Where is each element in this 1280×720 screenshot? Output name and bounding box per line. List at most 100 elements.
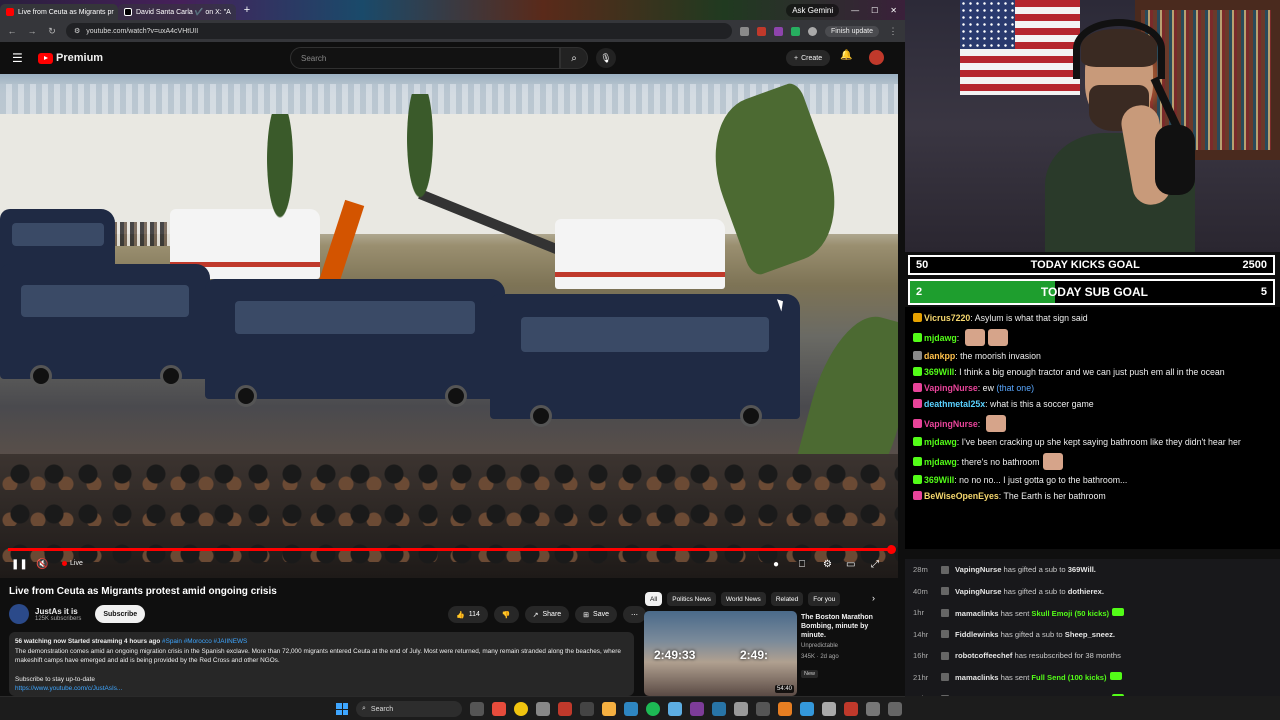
menu-icon[interactable]: ☰ xyxy=(12,51,24,65)
chat-username[interactable]: VapingNurse xyxy=(924,419,978,429)
extension-icon[interactable] xyxy=(739,26,749,36)
site-info-icon[interactable]: ⚙ xyxy=(74,27,80,35)
windows-start-icon[interactable] xyxy=(336,703,348,715)
create-button[interactable]: + Create xyxy=(786,50,831,66)
close-tab-icon[interactable]: ✕ xyxy=(235,8,236,17)
youtube-logo[interactable]: Premium xyxy=(38,52,103,64)
taskbar-search[interactable]: ⌕ Search xyxy=(356,701,462,717)
pause-icon[interactable]: ❚❚ xyxy=(11,559,28,570)
subscribe-button[interactable]: Subscribe xyxy=(95,605,146,623)
chat-username[interactable]: mjdawg xyxy=(924,457,957,467)
app-icon[interactable] xyxy=(558,702,572,716)
event-user[interactable]: VapingNurse xyxy=(955,587,1001,596)
app-icon[interactable] xyxy=(624,702,638,716)
event-user[interactable]: Fiddlewinks xyxy=(955,630,998,639)
recommended-thumbnail[interactable]: 2:49:33 2:49: 54:40 xyxy=(644,611,797,696)
app-icon[interactable] xyxy=(734,702,748,716)
app-icon[interactable] xyxy=(668,702,682,716)
captions-icon[interactable]: ⎕ xyxy=(799,559,805,570)
app-icon[interactable] xyxy=(778,702,792,716)
channel-name[interactable]: JustAs it is xyxy=(35,607,81,616)
app-icon[interactable] xyxy=(536,702,550,716)
event-user[interactable]: mamaclinks xyxy=(955,609,998,618)
extension-icon[interactable] xyxy=(773,26,783,36)
spotify-icon[interactable] xyxy=(646,702,660,716)
more-actions-button[interactable]: ⋯ xyxy=(623,606,647,623)
chat-username[interactable]: 369Will xyxy=(924,367,954,377)
chat-username[interactable]: 369Will xyxy=(924,475,954,485)
channel-avatar[interactable] xyxy=(9,604,29,624)
new-tab-button[interactable]: + xyxy=(240,3,254,17)
app-icon[interactable] xyxy=(756,702,770,716)
dislike-button[interactable]: 👎 xyxy=(493,606,519,623)
ask-gemini-button[interactable]: Ask Gemini xyxy=(786,3,840,17)
share-button[interactable]: ↗ Share xyxy=(524,606,570,623)
description-hashtags[interactable]: #Spain #Morocco #JAIINEWS xyxy=(162,638,247,645)
close-window-icon[interactable]: ✕ xyxy=(890,6,897,15)
browser-menu-icon[interactable]: ⋮ xyxy=(887,26,899,37)
video-description[interactable]: 56 watching now Started streaming 4 hour… xyxy=(9,632,634,696)
chip-all[interactable]: All xyxy=(645,592,663,606)
video-player[interactable] xyxy=(0,74,898,578)
chip-world-news[interactable]: World News xyxy=(720,592,766,606)
chat-username[interactable]: Vicrus7220 xyxy=(924,313,970,323)
app-icon[interactable] xyxy=(470,702,484,716)
reload-icon[interactable]: ↻ xyxy=(46,26,58,37)
back-icon[interactable]: ← xyxy=(6,26,18,36)
notifications-bell-icon[interactable]: 🔔 xyxy=(840,50,852,61)
video-progress-bar[interactable] xyxy=(8,545,896,554)
chip-for-you[interactable]: For you xyxy=(808,592,841,606)
live-indicator[interactable]: Live xyxy=(62,560,83,567)
extension-icon[interactable] xyxy=(790,26,800,36)
app-icon[interactable] xyxy=(712,702,726,716)
minimize-icon[interactable]: — xyxy=(851,6,859,15)
settings-gear-icon[interactable]: ⚙ xyxy=(823,559,832,570)
chat-username[interactable]: BeWiseOpenEyes xyxy=(924,491,999,501)
event-user[interactable]: robotcoffeechef xyxy=(955,651,1012,660)
chat-reply[interactable]: (that one) xyxy=(994,383,1034,393)
app-icon[interactable] xyxy=(800,702,814,716)
app-icon[interactable] xyxy=(492,702,506,716)
app-icon[interactable] xyxy=(580,702,594,716)
chat-username[interactable]: dankpp xyxy=(924,351,955,361)
description-link[interactable]: https://www.youtube.com/c/JustAsIs... xyxy=(15,684,628,694)
chat-username[interactable]: mjdawg xyxy=(924,437,957,447)
progress-knob[interactable] xyxy=(887,545,896,554)
chip-related[interactable]: Related xyxy=(770,592,804,606)
forward-icon[interactable]: → xyxy=(26,26,38,36)
chip-politics-news[interactable]: Politics News xyxy=(667,592,716,606)
fullscreen-icon[interactable]: ⤢ xyxy=(871,559,879,570)
app-icon[interactable] xyxy=(822,702,836,716)
account-avatar[interactable] xyxy=(869,50,884,65)
like-button[interactable]: 👍 114 xyxy=(448,606,488,623)
event-user[interactable]: VapingNurse xyxy=(955,565,1001,574)
finish-update-button[interactable]: Finish update xyxy=(824,25,879,37)
profile-icon[interactable] xyxy=(807,26,817,36)
chat-username[interactable]: mjdawg xyxy=(924,333,957,343)
app-icon[interactable] xyxy=(866,702,880,716)
maximize-icon[interactable]: ☐ xyxy=(871,6,878,15)
folder-icon[interactable] xyxy=(602,702,616,716)
search-input[interactable]: Search xyxy=(290,47,560,69)
extension-icon[interactable] xyxy=(756,26,766,36)
recommended-channel[interactable]: Unpredictable xyxy=(801,642,895,651)
save-button[interactable]: ⊞ Save xyxy=(575,606,618,623)
app-icon[interactable] xyxy=(844,702,858,716)
browser-tab-x[interactable]: David Santa Carla ✔️ on X: "A ✕ xyxy=(118,4,236,20)
voice-search-button[interactable]: 🎙 xyxy=(596,48,616,68)
search-button[interactable]: ⌕ xyxy=(560,47,588,69)
browser-tab-youtube[interactable]: Live from Ceuta as Migrants pr ✕ xyxy=(0,4,118,20)
recommended-video[interactable]: 2:49:33 2:49: 54:40 The Boston Marathon … xyxy=(644,611,894,696)
address-bar[interactable]: ⚙ youtube.com/watch?v=uxA4cVHtUII xyxy=(66,23,732,39)
app-icon[interactable] xyxy=(690,702,704,716)
chat-username[interactable]: deathmetal25x xyxy=(924,399,985,409)
event-user[interactable]: mamaclinks xyxy=(955,673,998,682)
chevron-right-icon[interactable]: › xyxy=(872,593,875,603)
app-icon[interactable] xyxy=(888,702,902,716)
chat-username[interactable]: VapingNurse xyxy=(924,383,978,393)
autoplay-toggle-icon[interactable]: ● xyxy=(773,559,779,570)
chrome-icon[interactable] xyxy=(514,702,528,716)
recommended-title[interactable]: The Boston Marathon Bombing, minute by m… xyxy=(801,613,895,640)
mute-icon[interactable]: 🔇 xyxy=(36,559,48,570)
theater-mode-icon[interactable]: ▭ xyxy=(846,559,855,570)
